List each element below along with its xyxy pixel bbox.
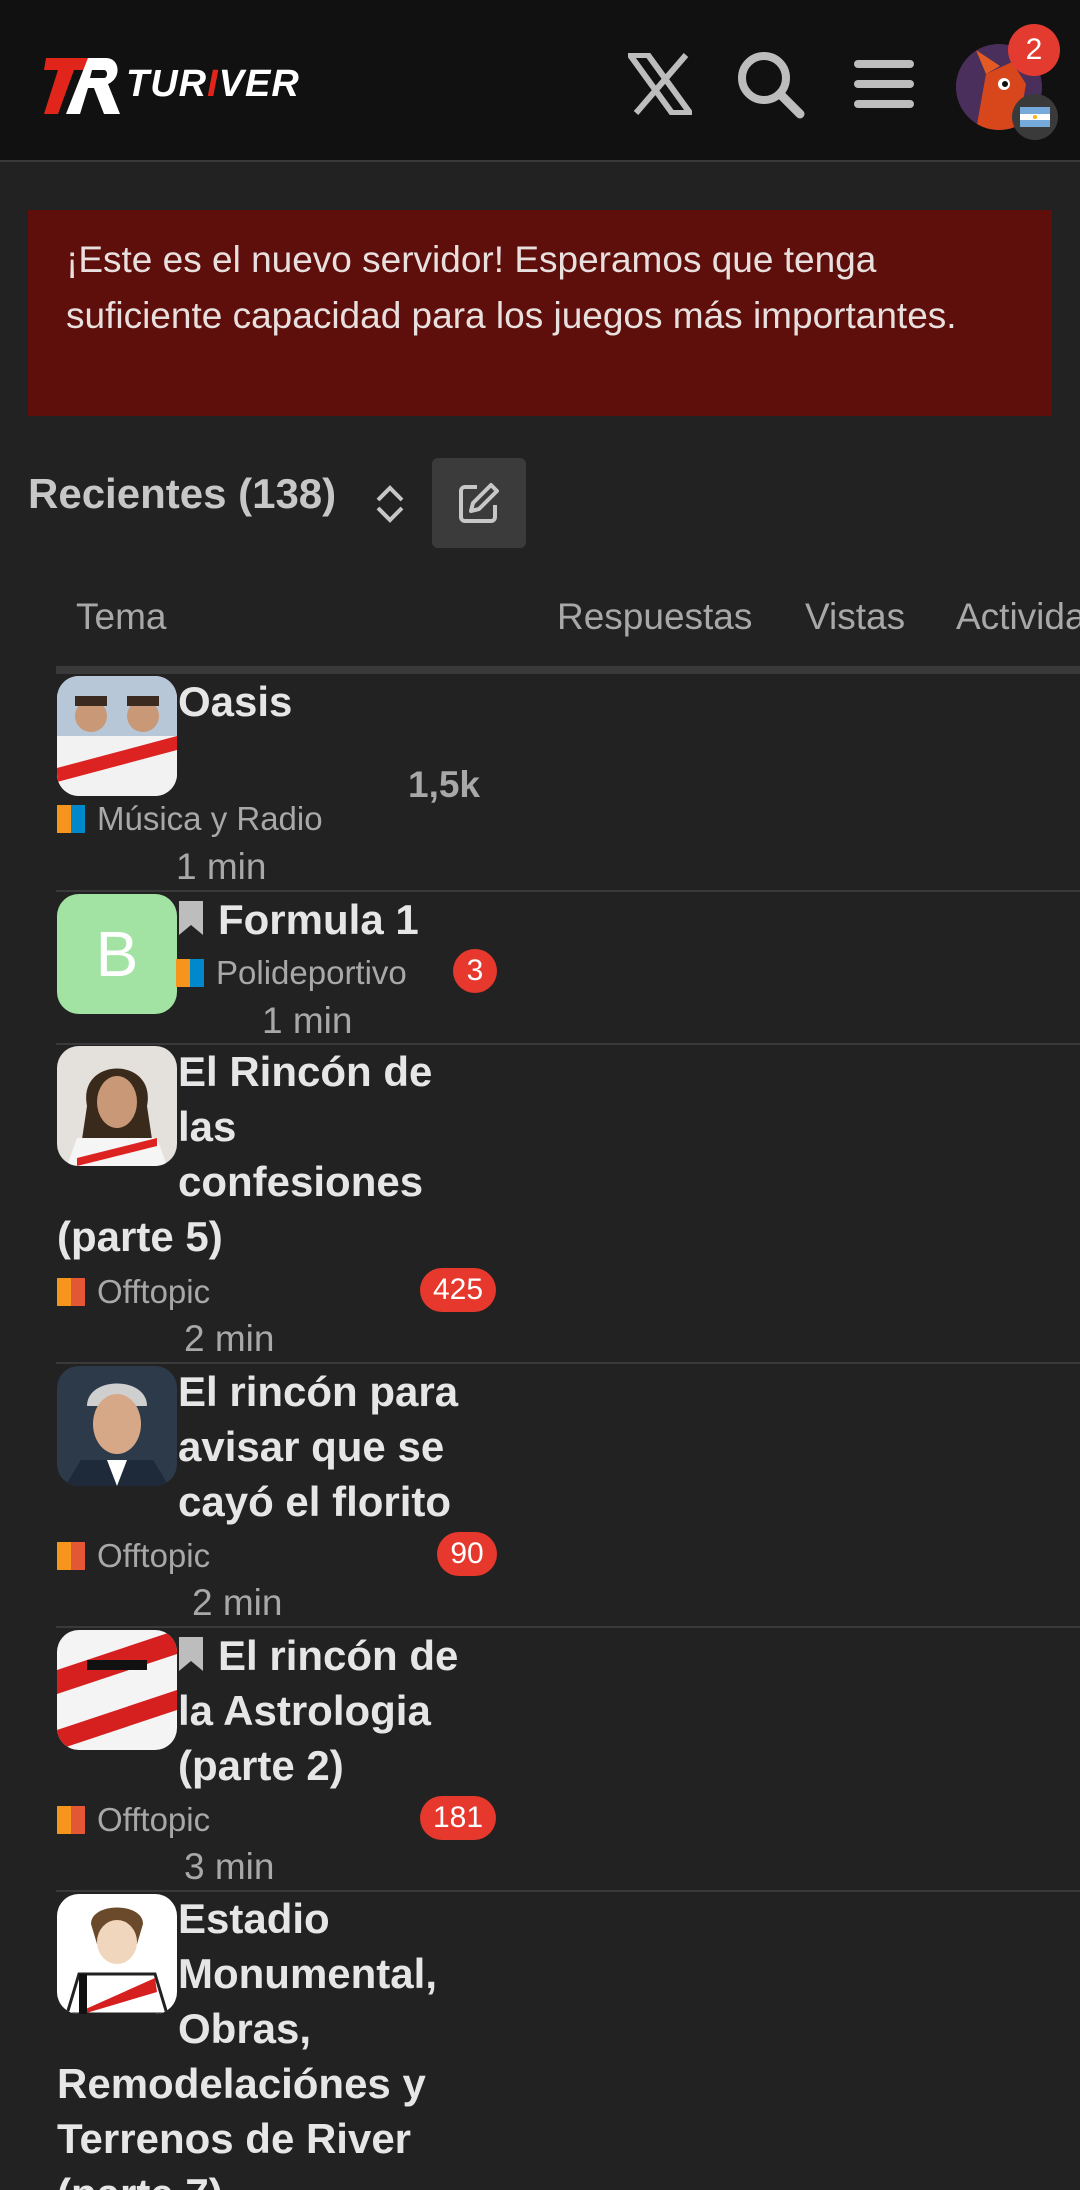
column-header-views[interactable]: Vistas: [805, 596, 905, 638]
topic-activity-time[interactable]: 2 min: [192, 1582, 282, 1624]
category-color-icon: [176, 959, 204, 987]
topic-title-line[interactable]: (parte 5): [57, 1209, 223, 1264]
search-icon[interactable]: [734, 48, 806, 120]
edit-icon: [459, 483, 499, 523]
topic-title-line[interactable]: Remodelaciónes y: [57, 2056, 426, 2111]
topic-avatar[interactable]: [57, 1046, 177, 1166]
column-header-replies[interactable]: Respuestas: [557, 596, 752, 638]
unread-count-badge[interactable]: 90: [437, 1532, 497, 1576]
topic-title[interactable]: El rincón de: [178, 1628, 458, 1683]
topic-avatar[interactable]: [57, 676, 177, 796]
topic-avatar[interactable]: [57, 1894, 177, 2014]
topic-category[interactable]: Offtopic: [57, 1537, 210, 1575]
topic-activity-time[interactable]: 1 min: [262, 1000, 352, 1042]
topic-title-line[interactable]: (parte 7): [57, 2166, 223, 2190]
category-name: Offtopic: [97, 1273, 211, 1310]
topic-title-line[interactable]: cayó el florito: [178, 1474, 451, 1529]
topic-title-line[interactable]: (parte 2): [178, 1738, 344, 1793]
category-name: Offtopic: [97, 1801, 211, 1838]
sort-chevron-icon[interactable]: [372, 482, 408, 526]
category-color-icon: [57, 1806, 85, 1834]
argentina-flag-icon: [1012, 94, 1058, 140]
topic-title-line[interactable]: Terrenos de River: [57, 2111, 411, 2166]
topic-category[interactable]: Offtopic: [57, 1801, 210, 1839]
topic-title-line[interactable]: las: [178, 1099, 236, 1154]
logo-text: TURIVER: [126, 62, 300, 105]
user-avatar[interactable]: 2: [956, 24, 1060, 140]
topic-views: 1,5k: [408, 764, 481, 805]
topic-title-line[interactable]: confesiones: [178, 1154, 423, 1209]
unread-count-badge[interactable]: 425: [420, 1268, 496, 1312]
category-name: Música y Radio: [97, 800, 323, 837]
topic-category[interactable]: Música y Radio: [57, 800, 323, 838]
topic-activity-time[interactable]: 2 min: [184, 1318, 274, 1360]
header-divider: [56, 666, 1080, 674]
topic-category[interactable]: Polideportivo: [176, 954, 407, 992]
topic-title-line[interactable]: la Astrologia: [178, 1683, 431, 1738]
category-color-icon: [57, 1542, 85, 1570]
topic-title[interactable]: Estadio: [178, 1891, 330, 1946]
category-name: Offtopic: [97, 1537, 211, 1574]
topic-title-line[interactable]: Obras,: [178, 2001, 311, 2056]
topic-category[interactable]: Offtopic: [57, 1273, 210, 1311]
topic-avatar[interactable]: B: [57, 894, 177, 1014]
unread-count-badge[interactable]: 181: [420, 1796, 496, 1840]
category-color-icon: [57, 1278, 85, 1306]
column-header-activity[interactable]: Actividad: [956, 596, 1080, 638]
topic-activity-time[interactable]: 1 min: [176, 846, 266, 888]
x-icon[interactable]: [624, 48, 696, 120]
menu-icon[interactable]: [848, 48, 920, 120]
category-color-icon: [57, 805, 85, 833]
topic-title[interactable]: Formula 1: [178, 892, 419, 947]
bookmark-icon: [179, 901, 203, 935]
column-header-topic[interactable]: Tema: [76, 596, 166, 638]
site-header: TURIVER 2: [0, 0, 1080, 162]
topic-avatar[interactable]: [57, 1630, 177, 1750]
notification-count-badge[interactable]: 2: [1008, 24, 1060, 76]
unread-count-badge[interactable]: 3: [453, 949, 497, 993]
list-title[interactable]: Recientes (138): [28, 470, 336, 518]
new-topic-button[interactable]: [432, 458, 526, 548]
topic-activity-time[interactable]: 3 min: [184, 1846, 274, 1888]
logo-mark-icon: [44, 58, 120, 114]
topic-title-line[interactable]: avisar que se: [178, 1419, 444, 1474]
avatar-letter: B: [95, 918, 139, 990]
category-name: Polideportivo: [216, 954, 407, 991]
topic-avatar[interactable]: [57, 1366, 177, 1486]
topic-title[interactable]: El rincón para: [178, 1364, 458, 1419]
announcement-banner: ¡Este es el nuevo servidor! Esperamos qu…: [28, 210, 1052, 416]
topic-title-line[interactable]: Monumental,: [178, 1946, 437, 2001]
site-logo[interactable]: TURIVER: [44, 52, 300, 116]
topic-title[interactable]: El Rincón de: [178, 1044, 432, 1099]
bookmark-icon: [179, 1637, 203, 1671]
topic-title[interactable]: Oasis: [178, 674, 292, 729]
